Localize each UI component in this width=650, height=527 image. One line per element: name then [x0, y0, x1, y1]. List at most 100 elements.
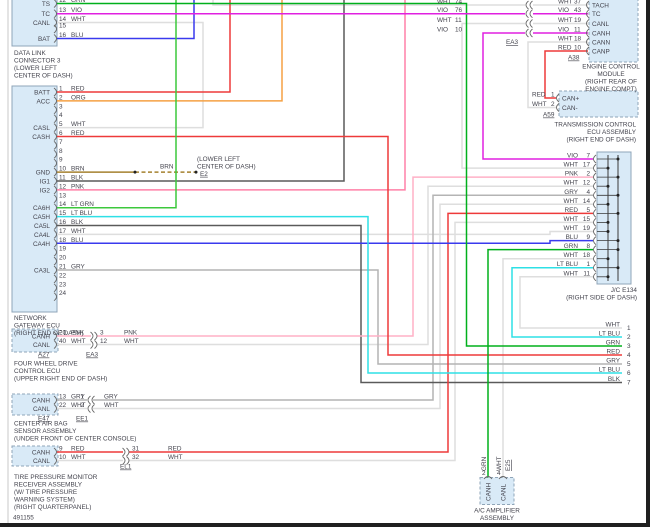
splice-location: CENTER OF DASH) [197, 164, 256, 171]
wire-color: RED [565, 207, 579, 214]
pin-number: 43 [574, 7, 582, 14]
pin-number: 4 [586, 189, 590, 196]
pin-number: 2 [80, 402, 84, 409]
pin-name: CANH [32, 398, 50, 405]
pin-number: 3 [59, 103, 63, 110]
pin-number: 7 [627, 380, 631, 387]
wiring-diagram-page: 12 GRN TS 13 VIO TC 14 WHT CANL 15 16 BLU BAT DATA LI… [0, 0, 650, 527]
wire-color: VIO [558, 27, 569, 34]
splice-wire-color: BRN [160, 164, 174, 171]
block-label: A/C AMPLIFIER [474, 508, 520, 515]
wire-color: RED [607, 349, 621, 356]
pin-number: 2 [586, 171, 590, 178]
junction-dot [606, 257, 610, 261]
pin-number: 7 [59, 139, 63, 146]
pin-number: 12 [100, 338, 108, 345]
pin-number: 31 [132, 446, 140, 453]
wire-color: BLK [71, 175, 84, 182]
wire-color: WHT [124, 338, 139, 345]
wire-color: WHT [558, 17, 573, 24]
wire-color: GRN [564, 243, 579, 250]
junction-dot [606, 166, 610, 170]
pin-number: 2 [551, 101, 555, 108]
wire-color: BLU [71, 32, 84, 39]
wire-color: GRY [71, 264, 85, 271]
junction-dot [606, 230, 610, 233]
wire-color: WHT [563, 270, 578, 277]
pin-number: 24 [59, 290, 67, 297]
transmission-control-ecu-label: TRANSMISSION CONTROL [554, 122, 636, 129]
wire-color: PNK [71, 330, 85, 337]
pin-name: ACC [37, 98, 51, 105]
pin-name: CA5H [33, 214, 50, 221]
jc-e134-label: (RIGHT SIDE OF DASH) [566, 295, 637, 302]
pin-name: CANN [592, 40, 610, 47]
connector-id: A59 [543, 112, 555, 119]
wire-color: WHT [563, 216, 578, 223]
junction-dot [616, 193, 620, 197]
wire-color: WHT [563, 198, 578, 205]
wire-color: WHT [71, 338, 86, 345]
wire-color: RED [71, 130, 85, 137]
wire-color: BLU [566, 234, 579, 241]
wire-color: WHT [563, 225, 578, 232]
engine-control-module-label: ENGINE CONTROL [582, 64, 640, 71]
junction-dot [616, 239, 620, 243]
junction-dot [606, 275, 610, 279]
pin-number: 14 [59, 201, 67, 208]
pin-number: 11 [574, 27, 581, 34]
pin-number: 22 [59, 272, 67, 279]
page-left-border [7, 0, 9, 523]
pin-number: 12 [59, 0, 67, 4]
pin-number: 6 [59, 130, 63, 137]
pin-name: CANH [592, 31, 610, 38]
pin-number: 9 [59, 446, 63, 453]
data-link-connector-3-label: DATA LINK [14, 50, 46, 57]
four-wheel-drive-control-ecu-label: FOUR WHEEL DRIVE [14, 361, 78, 368]
pin-number: 3 [100, 330, 104, 337]
wire-color: GRY [104, 394, 118, 401]
wire-color: VIO [437, 7, 448, 14]
pin-number: 5 [586, 207, 590, 214]
page-number: 491155 [13, 515, 34, 522]
pin-number: 10 [455, 27, 463, 34]
wire-color: PNK [565, 171, 579, 178]
pin-number: 15 [59, 23, 67, 30]
pin-number: 19 [59, 246, 67, 253]
pin-name: CASL [33, 125, 50, 132]
wire-color: BLU [71, 237, 84, 244]
pin-name: TC [592, 11, 601, 18]
pin-number: 19 [574, 17, 582, 24]
wire-color: WHT [71, 16, 86, 23]
center-air-bag-sensor-label: (UNDER FRONT OF CENTER CONSOLE) [14, 436, 136, 443]
connector-id: E25 [505, 459, 512, 471]
pin-name: CAN- [562, 105, 578, 112]
page-background [0, 0, 650, 527]
pin-name: CANL [33, 20, 50, 27]
tire-pressure-monitor-receiver-label: TIRE PRESSURE MONITOR [14, 474, 98, 481]
wire-color: VIO [437, 27, 448, 34]
wire-color: WHT [605, 322, 620, 329]
tire-pressure-monitor-receiver-label: (RIGHT QUARTERPANEL) [14, 504, 91, 511]
pin-number: 4 [59, 112, 63, 119]
pin-number: 2 [627, 334, 631, 341]
engine-control-module-label: MODULE [597, 71, 624, 78]
pin-name: CANL [592, 21, 609, 28]
pin-number: 2 [59, 94, 63, 101]
pin-name: BATT [34, 90, 50, 97]
pin-name: GND [36, 170, 51, 177]
wire-color: VIO [71, 7, 82, 14]
network-gateway-ecu-label: GATEWAY ECU [14, 323, 60, 330]
transmission-control-ecu-label: (RIGHT END OF DASH) [567, 137, 636, 144]
page-bottom-edge [0, 523, 650, 527]
pin-name: CANP [592, 49, 610, 56]
pin-number: 1 [586, 261, 590, 268]
pin-number: 12 [583, 180, 591, 187]
pin-number: 9 [586, 234, 590, 241]
wire-color: WHT [563, 252, 578, 259]
wire-color: WHT [558, 0, 573, 6]
pin-number: 16 [59, 32, 67, 39]
pin-number: 23 [59, 281, 67, 288]
wire-color: RED [168, 446, 182, 453]
wire-color: WHT [71, 228, 86, 235]
